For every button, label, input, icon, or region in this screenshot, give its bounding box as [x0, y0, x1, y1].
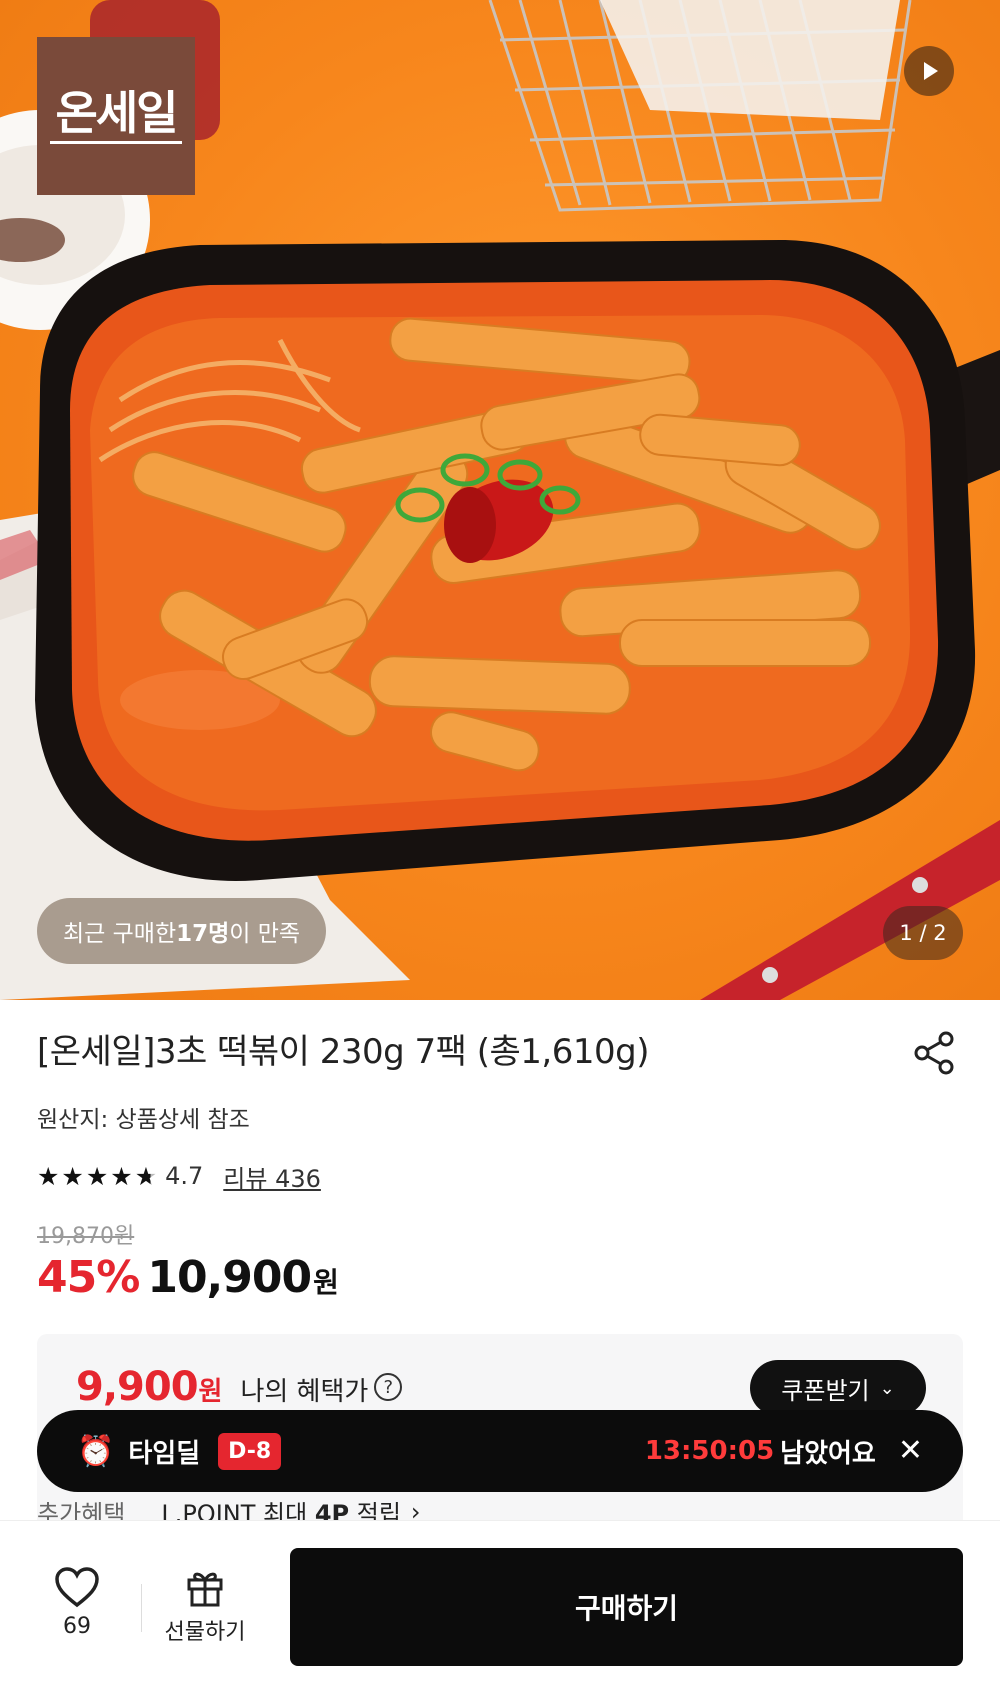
half-star-icon: ★ — [134, 1161, 158, 1191]
star-rating: ★ ★ ★ ★ ★ — [37, 1162, 157, 1191]
origin-info: 원산지: 상품상세 참조 — [37, 1107, 250, 1133]
rating-row: ★ ★ ★ ★ ★ 4.7 리뷰 436 — [37, 1158, 321, 1194]
sale-price: 10,900 — [147, 1252, 312, 1303]
original-price: 19,870원 — [37, 1224, 135, 1249]
heart-icon — [55, 1567, 99, 1608]
benefit-price-row: 9,900 원 나의 혜택가 ? — [76, 1364, 403, 1410]
like-button[interactable]: 69 — [40, 1566, 114, 1639]
product-title: [온세일]3초 떡볶이 230g 7팩 (총1,610g) — [37, 1032, 649, 1072]
recent-pill-suffix: 이 만족 — [229, 921, 301, 947]
benefit-label: 나의 혜택가 — [240, 1377, 369, 1407]
timedeal-countdown: 13:50:05 — [644, 1436, 775, 1466]
help-icon[interactable]: ? — [374, 1373, 403, 1401]
play-icon — [924, 62, 938, 80]
star-icon: ★ — [110, 1161, 133, 1191]
coupon-button-label: 쿠폰받기 — [781, 1376, 870, 1405]
alarm-clock-icon: ⏰ — [77, 1433, 115, 1469]
gift-icon — [187, 1572, 223, 1607]
timedeal-label: 타임딜 — [128, 1438, 201, 1469]
video-play-button[interactable] — [904, 46, 954, 96]
price-row: 45% 10,900 원 — [37, 1252, 339, 1303]
dday-badge: D-8 — [218, 1432, 282, 1470]
close-icon[interactable]: ✕ — [898, 1436, 923, 1466]
recent-pill-prefix: 최근 구매한 — [63, 921, 177, 947]
get-coupon-button[interactable]: 쿠폰받기 ⌄ — [750, 1360, 926, 1416]
share-button[interactable] — [912, 1030, 958, 1076]
chevron-down-icon: ⌄ — [879, 1377, 895, 1399]
image-page-indicator: 1 / 2 — [883, 906, 963, 960]
discount-rate: 45% — [37, 1252, 140, 1303]
sale-price-currency: 원 — [313, 1266, 339, 1299]
recent-pill-count: 17명 — [176, 921, 230, 947]
recent-purchase-badge: 최근 구매한 17명 이 만족 — [37, 898, 327, 964]
gift-label: 선물하기 — [164, 1620, 246, 1645]
divider — [141, 1584, 142, 1632]
review-count-link[interactable]: 리뷰 436 — [223, 1159, 321, 1194]
timedeal-remaining-text: 남았어요 — [780, 1438, 876, 1469]
star-icon: ★ — [61, 1161, 84, 1191]
benefit-price: 9,900 — [76, 1364, 199, 1410]
rating-value: 4.7 — [165, 1162, 204, 1190]
timedeal-banner[interactable]: ⏰ 타임딜 D-8 13:50:05 남았어요 ✕ — [37, 1410, 963, 1492]
product-image-carousel[interactable]: 온세일 최근 구매한 17명 이 만족 1 / 2 — [0, 0, 1000, 1000]
share-icon — [914, 1031, 954, 1075]
buy-button[interactable]: 구매하기 — [290, 1548, 963, 1666]
brand-logo: 온세일 — [37, 37, 195, 195]
benefit-price-currency: 원 — [198, 1377, 223, 1407]
star-icon: ★ — [85, 1161, 109, 1191]
brand-logo-text: 온세일 — [49, 88, 183, 144]
star-icon: ★ — [37, 1161, 60, 1191]
like-count: 69 — [63, 1614, 91, 1639]
gift-button[interactable]: 선물하기 — [150, 1566, 260, 1646]
